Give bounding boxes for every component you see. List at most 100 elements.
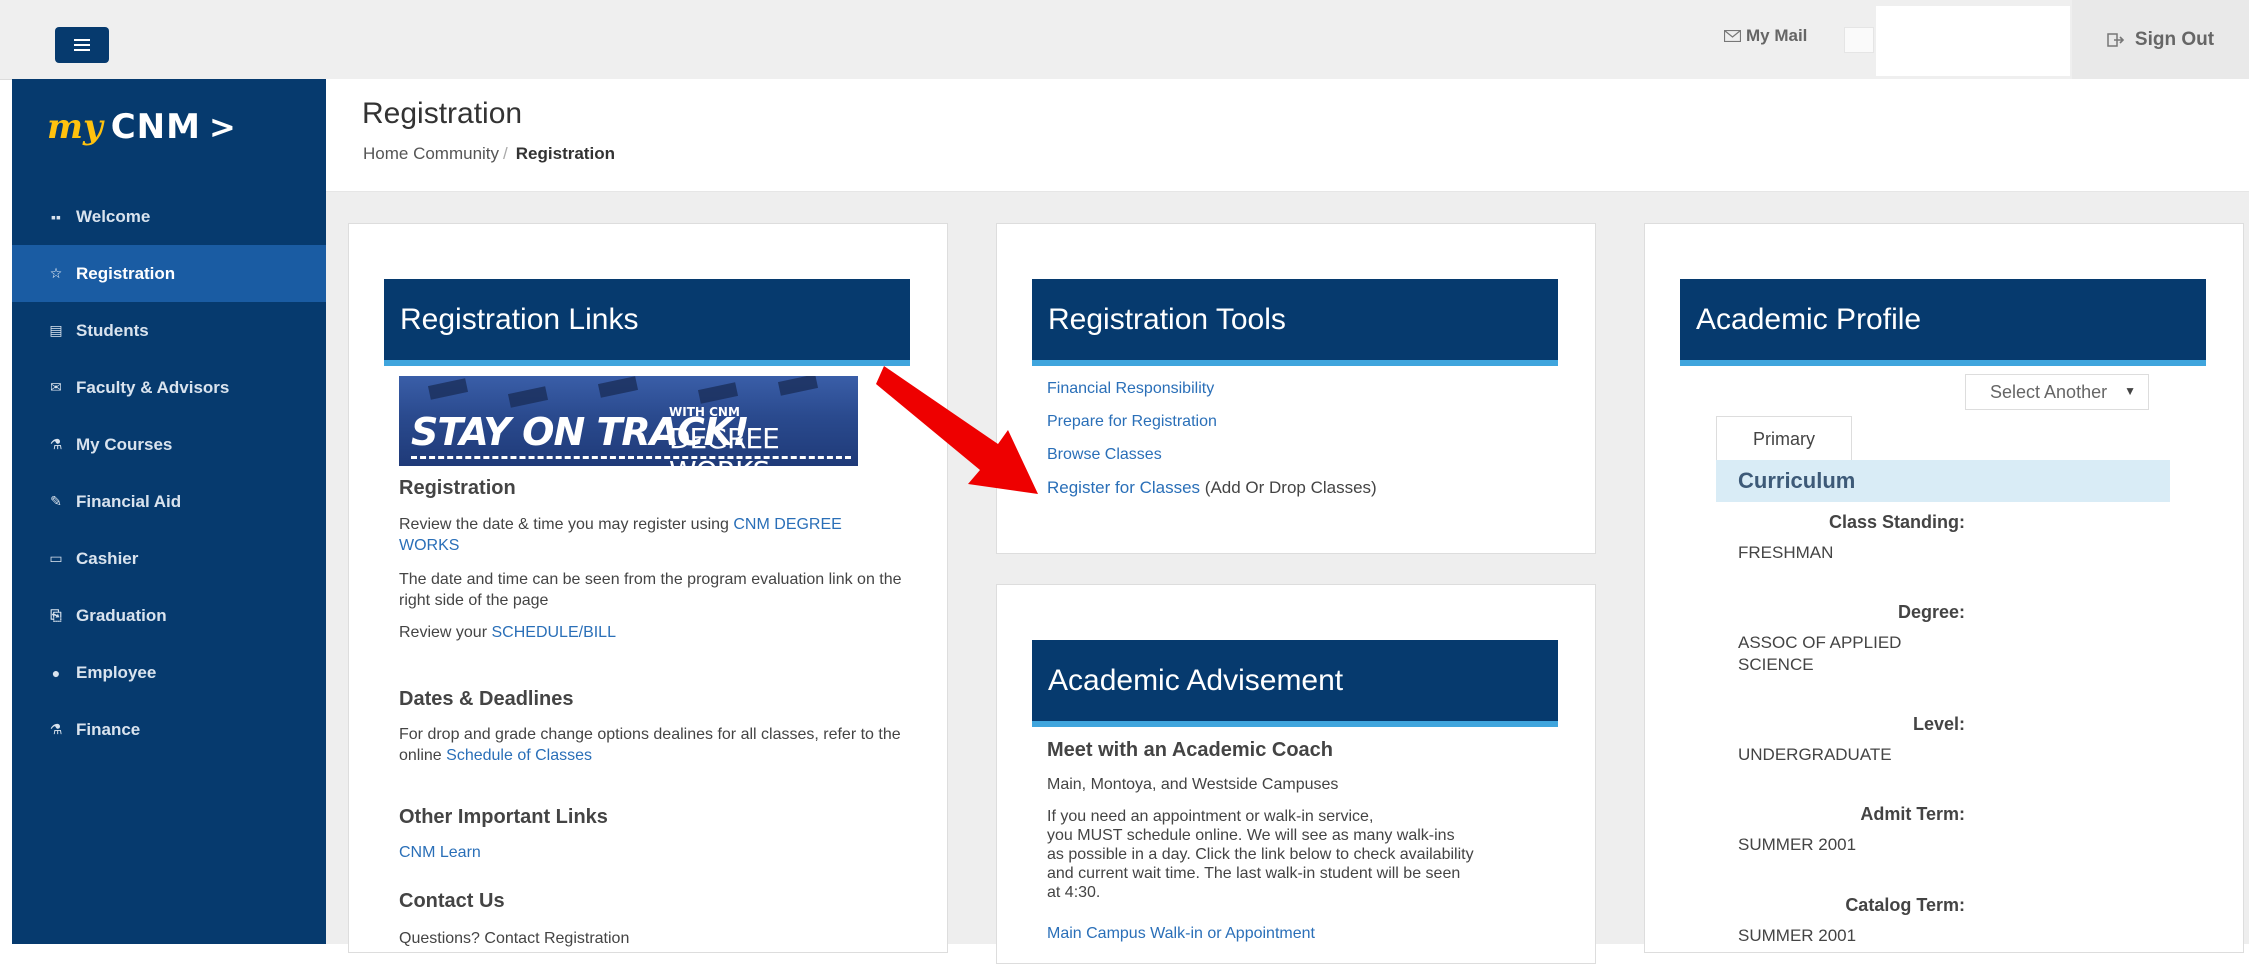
campuses-text: Main, Montoya, and Westside Campuses (1047, 776, 1339, 793)
other-links-heading: Other Important Links (399, 806, 608, 828)
logo-cnm: CNM (110, 107, 201, 147)
flask-icon: ⚗ (49, 721, 63, 737)
main-content: Registration Links STAY ON TRACK! WITH C… (326, 192, 2249, 964)
user-avatar[interactable] (1844, 27, 1874, 53)
level-value: UNDERGRADUATE (1738, 745, 1892, 764)
sidebar-item-finance[interactable]: ⚗ Finance (12, 701, 326, 758)
sidebar-item-students[interactable]: ▤ Students (12, 302, 326, 359)
review-prefix: Review your (399, 624, 492, 641)
registration-description: Review the date & time you may register … (399, 514, 869, 556)
envelope-icon: ✉ (50, 379, 62, 395)
contact-us-heading: Contact Us (399, 890, 505, 912)
sidebar-item-financial-aid[interactable]: ✎ Financial Aid (12, 473, 326, 530)
degree-works-banner[interactable]: STAY ON TRACK! WITH CNM DEGREE WORKS (399, 376, 858, 466)
register-for-classes-link[interactable]: Register for Classes (1047, 478, 1200, 497)
advisement-line: If you need an appointment or walk-in se… (1047, 808, 1374, 825)
banner-text-with-cnm: WITH CNM (669, 405, 740, 419)
register-suffix: (Add Or Drop Classes) (1200, 478, 1377, 497)
curriculum-section-header: Curriculum (1716, 460, 2170, 502)
registration-links-header: Registration Links (384, 279, 910, 366)
flask-icon: ⚗ (49, 436, 63, 452)
schedule-of-classes-link[interactable]: Schedule of Classes (446, 747, 592, 764)
sidebar-item-label: Cashier (76, 548, 139, 568)
sidebar-item-label: Welcome (76, 206, 151, 226)
advisement-line: you MUST schedule online. We will see as… (1047, 827, 1455, 844)
hamburger-icon (74, 39, 90, 51)
sidebar-item-cashier[interactable]: ▭ Cashier (12, 530, 326, 587)
sidebar-item-employee[interactable]: ● Employee (12, 644, 326, 701)
sidebar-item-graduation[interactable]: ⎘ Graduation (12, 587, 326, 644)
select-value: Select Another (1990, 381, 2108, 402)
cnm-learn-link[interactable]: CNM Learn (399, 842, 481, 863)
sidebar-item-label: My Courses (76, 434, 173, 454)
monitor-icon: ▭ (49, 550, 63, 566)
academic-profile-header: Academic Profile (1680, 279, 2206, 366)
breadcrumb-separator: / (503, 144, 508, 163)
tab-primary[interactable]: Primary (1716, 416, 1852, 461)
registration-heading: Registration (399, 477, 516, 499)
my-mail-link[interactable]: My Mail (1724, 26, 1807, 46)
globe-icon: ● (51, 664, 61, 681)
envelope-icon (1724, 30, 1741, 42)
class-standing-value: FRESHMAN (1738, 543, 1834, 562)
sidebar-item-my-courses[interactable]: ⚗ My Courses (12, 416, 326, 473)
edit-icon: ✎ (50, 493, 62, 509)
grid-icon: ▪▪ (51, 208, 61, 225)
sidebar-nav: ▪▪ Welcome ☆ Registration ▤ Students ✉ Facul… (12, 188, 326, 758)
my-mail-label: My Mail (1746, 26, 1808, 45)
breadcrumb: Home Community / Registration (363, 144, 615, 164)
sign-out-icon (2107, 32, 2125, 47)
admit-term-label: Admit Term: (1860, 804, 1965, 824)
star-icon: ☆ (49, 265, 63, 281)
caret-down-icon: ▼ (2124, 384, 2136, 398)
select-another-dropdown[interactable]: Select Another ▼ (1965, 374, 2149, 410)
sidebar-item-welcome[interactable]: ▪▪ Welcome (12, 188, 326, 245)
catalog-term-label: Catalog Term: (1845, 895, 1965, 915)
registration-links-panel: Registration Links STAY ON TRACK! WITH C… (348, 223, 948, 953)
registration-date-note: The date and time can be seen from the p… (399, 571, 902, 609)
dates-deadlines-text: For drop and grade change options dealin… (399, 724, 909, 766)
sidebar-item-label: Faculty & Advisors (76, 377, 230, 397)
academic-advisement-header: Academic Advisement (1032, 640, 1558, 727)
breadcrumb-home[interactable]: Home Community (363, 144, 499, 163)
logo-chevron: > (208, 108, 236, 146)
sign-out-label: Sign Out (2134, 28, 2215, 50)
class-standing-label: Class Standing: (1828, 512, 1965, 532)
top-bar: My Mail Sign Out (0, 0, 2249, 80)
registration-tools-header: Registration Tools (1032, 279, 1558, 366)
logo-my: my (47, 107, 103, 147)
sidebar: my CNM > ▪▪ Welcome ☆ Registration ▤ Studen… (12, 79, 326, 944)
degree-label: Degree: (1897, 602, 1965, 622)
breadcrumb-current: Registration (515, 144, 615, 163)
user-name-area[interactable] (1876, 6, 2070, 76)
sidebar-item-label: Graduation (76, 605, 167, 625)
dates-deadlines-heading: Dates & Deadlines (399, 688, 574, 710)
chart-icon: ▤ (49, 322, 63, 338)
mycnm-logo[interactable]: my CNM > (47, 107, 236, 147)
contact-partial-line: Questions? Contact Registration (399, 930, 630, 947)
registration-tools-panel: Registration Tools Financial Responsibil… (996, 223, 1596, 554)
admit-term-value: SUMMER 2001 (1738, 835, 1857, 854)
sidebar-item-label: Registration (76, 263, 176, 283)
review-schedule-line: Review your SCHEDULE/BILL (399, 622, 616, 643)
page-title: Registration (362, 97, 523, 130)
advisement-instructions: If you need an appointment or walk-in se… (1047, 807, 1587, 902)
prepare-registration-link[interactable]: Prepare for Registration (1047, 411, 1217, 432)
advisement-line: at 4:30. (1047, 884, 1101, 901)
reg-text-prefix: Review the date & time you may register … (399, 516, 734, 533)
main-campus-walkin-link[interactable]: Main Campus Walk-in or Appointment (1047, 923, 1315, 944)
schedule-bill-link[interactable]: SCHEDULE/BILL (491, 624, 616, 641)
sidebar-item-label: Financial Aid (76, 491, 182, 511)
register-classes-line: Register for Classes (Add Or Drop Classe… (1047, 477, 1377, 498)
browse-classes-link[interactable]: Browse Classes (1047, 444, 1162, 465)
academic-profile-panel: Academic Profile Select Another ▼ Primar… (1644, 223, 2244, 953)
sign-out-button[interactable]: Sign Out (2072, 0, 2249, 79)
menu-toggle-button[interactable] (55, 27, 109, 63)
academic-coach-heading: Meet with an Academic Coach (1047, 739, 1333, 761)
sidebar-item-registration[interactable]: ☆ Registration (12, 245, 326, 302)
banner-text-degree-works: DEGREE WORKS (669, 422, 780, 466)
financial-responsibility-link[interactable]: Financial Responsibility (1047, 378, 1214, 399)
sidebar-item-label: Employee (76, 662, 157, 682)
sidebar-item-faculty-advisors[interactable]: ✉ Faculty & Advisors (12, 359, 326, 416)
advisement-line: as possible in a day. Click the link bel… (1047, 846, 1474, 863)
